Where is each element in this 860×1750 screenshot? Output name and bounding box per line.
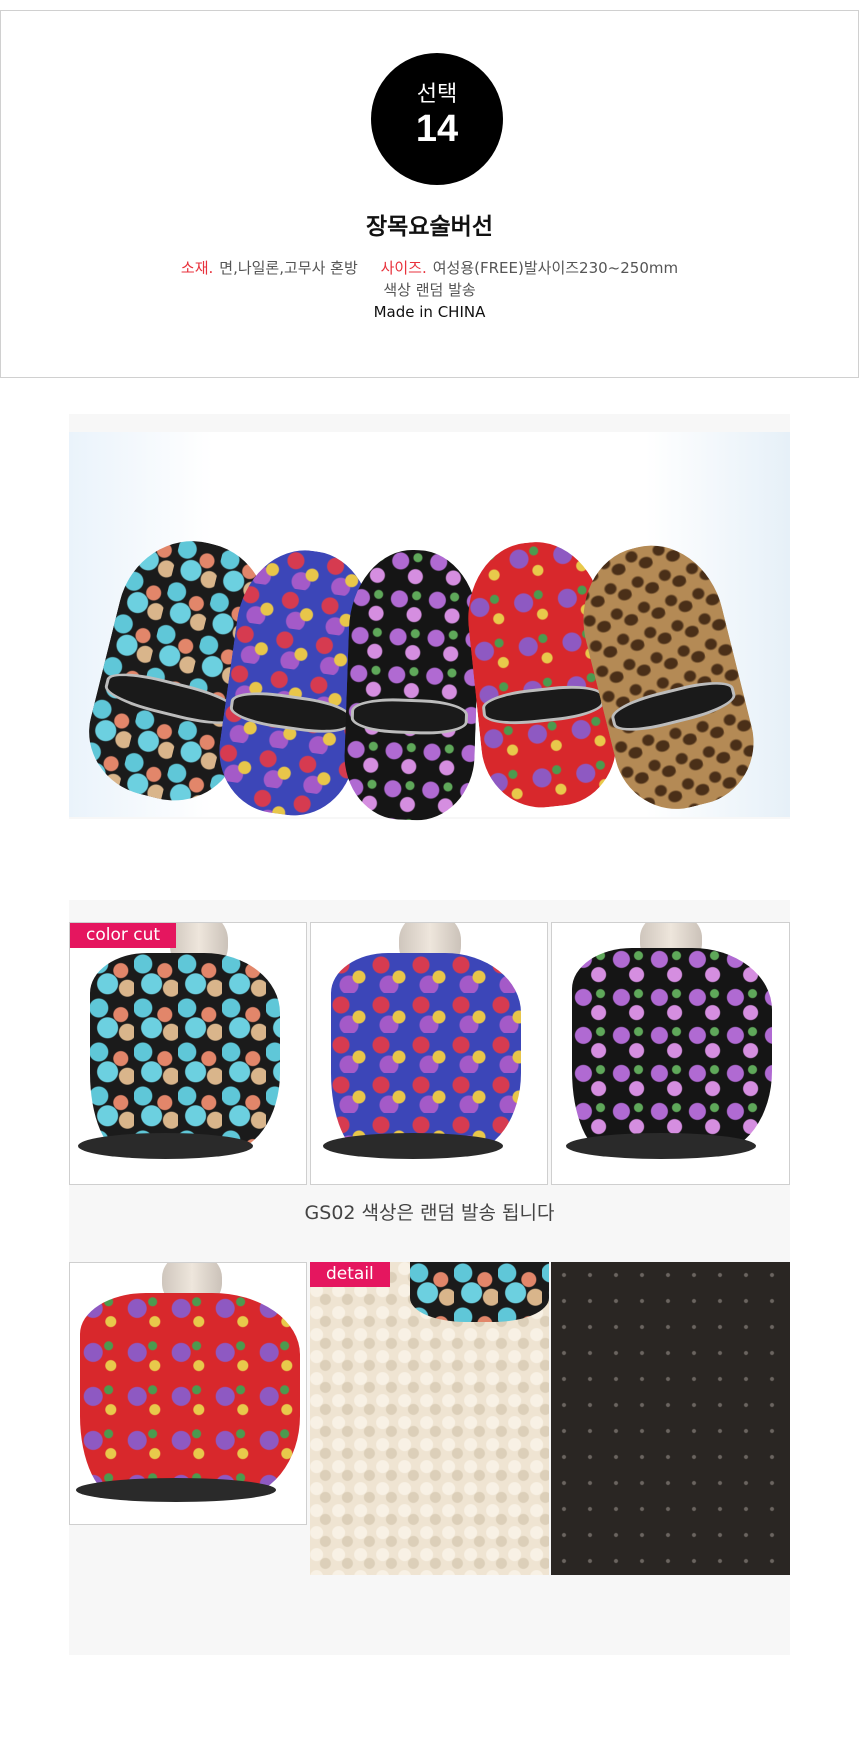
detail-tile-lining: detail bbox=[310, 1262, 549, 1575]
color-tile-blue bbox=[310, 922, 548, 1185]
detail-tag: detail bbox=[310, 1262, 390, 1287]
spec-line-material-size: 소재. 면,나일론,고무사 혼방 사이즈. 여성용(FREE)발사이즈230~250… bbox=[1, 257, 858, 278]
product-title: 장목요술버선 bbox=[366, 214, 493, 240]
slipper-purple-floral bbox=[342, 547, 482, 823]
color-note: 색상 랜덤 발송 bbox=[383, 281, 476, 299]
detail-tile-sole bbox=[551, 1262, 790, 1575]
hero-photo-panel bbox=[69, 414, 790, 824]
size-key: 사이즈. bbox=[380, 259, 427, 277]
size-value: 여성용(FREE)발사이즈230~250mm bbox=[432, 259, 679, 277]
origin-text: Made in CHINA bbox=[373, 303, 486, 321]
material-value: 면,나일론,고무사 혼방 bbox=[219, 259, 358, 277]
color-cut-tag: color cut bbox=[70, 923, 177, 948]
material-key: 소재. bbox=[180, 259, 214, 277]
color-tile-red bbox=[69, 1262, 307, 1525]
color-tile-purple bbox=[551, 922, 790, 1185]
option-badge: 선택 14 bbox=[371, 53, 503, 185]
color-tile-teal: color cut bbox=[69, 922, 307, 1185]
product-gallery: color cut GS02 색상은 랜덤 발송 됩니다 detail bbox=[69, 900, 790, 1655]
hero-photo bbox=[69, 432, 790, 824]
random-color-notice: GS02 색상은 랜덤 발송 됩니다 bbox=[304, 1202, 555, 1224]
product-info-card: 선택 14 장목요술버선 소재. 면,나일론,고무사 혼방 사이즈. 여성용(FRE… bbox=[0, 10, 859, 378]
badge-number: 14 bbox=[415, 108, 459, 150]
badge-label: 선택 bbox=[416, 82, 458, 107]
